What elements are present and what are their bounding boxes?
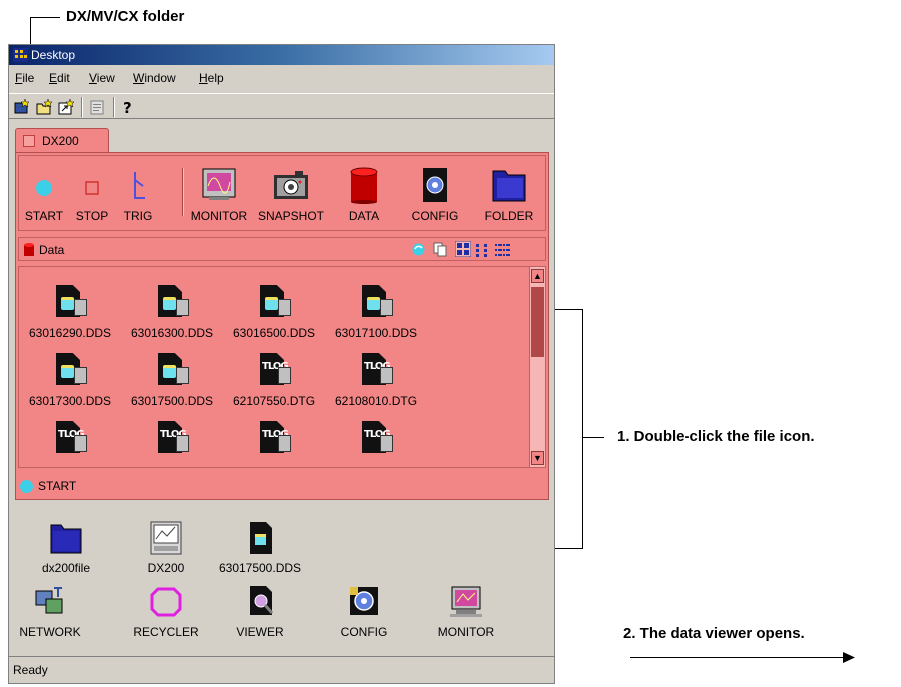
- file-item[interactable]: 63017500.DDS: [121, 353, 223, 408]
- desktop-icon-config[interactable]: CONFIG: [319, 585, 409, 639]
- file-item[interactable]: 63017100.DDS: [325, 285, 427, 340]
- file-item[interactable]: 63017300.DDS: [19, 353, 121, 408]
- monitor-button[interactable]: MONITOR: [189, 166, 249, 223]
- dds-file-icon: [254, 285, 294, 323]
- menu-help[interactable]: Help: [199, 71, 224, 85]
- vertical-scrollbar[interactable]: ▲ ▼: [529, 267, 545, 467]
- scroll-thumb[interactable]: [531, 287, 544, 357]
- toolbar: ?: [9, 93, 554, 119]
- help-icon[interactable]: ?: [119, 98, 137, 117]
- desktop-window: Desktop File Edit View Window Help ? DX2…: [8, 44, 555, 684]
- app-icon: [13, 48, 28, 62]
- file-item[interactable]: 63016300.DDS: [121, 285, 223, 340]
- desktop-icon-viewer[interactable]: VIEWER: [215, 585, 305, 639]
- recorder-icon: [148, 521, 184, 555]
- dds-file-icon: [50, 285, 90, 323]
- dtg-file-icon: TLOG: [254, 353, 294, 391]
- snapshot-button[interactable]: SNAPSHOT: [253, 166, 329, 223]
- data-button[interactable]: DATA: [339, 166, 389, 223]
- config-icon: [346, 585, 382, 619]
- stop-button[interactable]: STOP: [73, 166, 111, 223]
- file-item[interactable]: TLOG 62108010.DTG: [325, 353, 427, 408]
- dtg-file-icon: TLOG: [356, 353, 396, 391]
- folder-callout-line-h: [30, 17, 60, 18]
- new-icon[interactable]: [13, 98, 31, 116]
- dx-folder-panel: START STOP TRIG MONITOR SNAPSHOT DATA CO…: [15, 152, 549, 500]
- file-list: 63016290.DDS 63016300.DDS 63016500.DDS 6…: [18, 266, 546, 468]
- desktop-icon-63017500-dds[interactable]: 63017500.DDS: [215, 521, 305, 575]
- properties-icon[interactable]: [89, 98, 107, 116]
- viewer-icon: [242, 585, 278, 619]
- large-icons-view-icon[interactable]: [454, 240, 472, 260]
- list-view-icon[interactable]: [495, 242, 510, 260]
- monitor-icon: [448, 585, 484, 619]
- dds-file-icon: [356, 285, 396, 323]
- file-item[interactable]: 63016290.DDS: [19, 285, 121, 340]
- window-title: Desktop: [31, 48, 76, 62]
- command-bar: START STOP TRIG MONITOR SNAPSHOT DATA CO…: [18, 155, 546, 231]
- folder-button[interactable]: FOLDER: [477, 166, 541, 223]
- open-folder-icon[interactable]: [35, 98, 53, 116]
- file-item[interactable]: TLOG: [223, 421, 325, 459]
- menu-view[interactable]: View: [89, 71, 115, 85]
- dtg-file-icon: TLOG: [356, 421, 396, 459]
- desktop-icon-monitor[interactable]: MONITOR: [421, 585, 511, 639]
- dtg-file-icon: TLOG: [152, 421, 192, 459]
- shortcut-icon[interactable]: [57, 98, 75, 116]
- menu-window[interactable]: Window: [133, 71, 176, 85]
- step1-line: [582, 437, 604, 438]
- data-header: Data: [18, 237, 546, 261]
- trig-button[interactable]: TRIG: [119, 166, 157, 223]
- dds-file-icon: [242, 521, 278, 555]
- menu-file[interactable]: File: [15, 71, 34, 85]
- tab-label: DX200: [42, 134, 79, 148]
- file-item[interactable]: 63016500.DDS: [223, 285, 325, 340]
- status-bar: Ready: [9, 656, 554, 683]
- file-callout-line-v: [582, 309, 583, 548]
- data-header-label: Data: [39, 243, 65, 257]
- status-text: Ready: [13, 663, 48, 677]
- file-item[interactable]: TLOG: [325, 421, 427, 459]
- toolbar-separator: [113, 97, 115, 117]
- dtg-file-icon: TLOG: [50, 421, 90, 459]
- step2-arrow-head: [843, 652, 855, 663]
- desktop-icon-dx200file[interactable]: dx200file: [21, 521, 111, 575]
- file-item[interactable]: TLOG 62107550.DTG: [223, 353, 325, 408]
- folder-callout-label: DX/MV/CX folder: [66, 8, 185, 25]
- step2-label: 2. The data viewer opens.: [623, 625, 805, 642]
- dtg-file-icon: TLOG: [254, 421, 294, 459]
- title-bar[interactable]: Desktop: [9, 45, 554, 65]
- tab-dx200[interactable]: DX200: [15, 128, 109, 153]
- dds-file-icon: [152, 353, 192, 391]
- step2-arrow-line: [630, 657, 845, 658]
- refresh-icon[interactable]: [411, 242, 426, 260]
- folder-icon: [48, 521, 84, 555]
- step1-label: 1. Double-click the file icon.: [617, 428, 815, 445]
- svg-text:?: ?: [123, 99, 132, 116]
- desktop-icon-network[interactable]: NETWORK: [5, 585, 95, 639]
- data-cylinder-icon: [23, 242, 35, 260]
- file-item[interactable]: TLOG: [19, 421, 121, 459]
- desktop-icon-recycler[interactable]: RECYCLER: [121, 585, 211, 639]
- config-button[interactable]: CONFIG: [405, 166, 465, 223]
- scroll-down-arrow-icon[interactable]: ▼: [531, 451, 544, 465]
- dds-file-icon: [50, 353, 90, 391]
- menu-bar: File Edit View Window Help: [9, 67, 554, 89]
- folder-status-box: [23, 135, 35, 147]
- menu-edit[interactable]: Edit: [49, 71, 70, 85]
- copy-icon[interactable]: [433, 242, 448, 260]
- start-button[interactable]: START: [21, 166, 67, 223]
- folder-status-text: START: [38, 479, 77, 493]
- folder-status-row: START: [18, 475, 546, 497]
- recycler-icon: [148, 585, 184, 619]
- small-icons-view-icon[interactable]: [475, 242, 490, 260]
- start-status-icon: [20, 480, 33, 493]
- network-icon: [32, 585, 68, 619]
- toolbar-separator: [81, 97, 83, 117]
- command-separator: [182, 168, 184, 216]
- scroll-up-arrow-icon[interactable]: ▲: [531, 269, 544, 283]
- desktop-icon-dx200[interactable]: DX200: [121, 521, 211, 575]
- file-item[interactable]: TLOG: [121, 421, 223, 459]
- dds-file-icon: [152, 285, 192, 323]
